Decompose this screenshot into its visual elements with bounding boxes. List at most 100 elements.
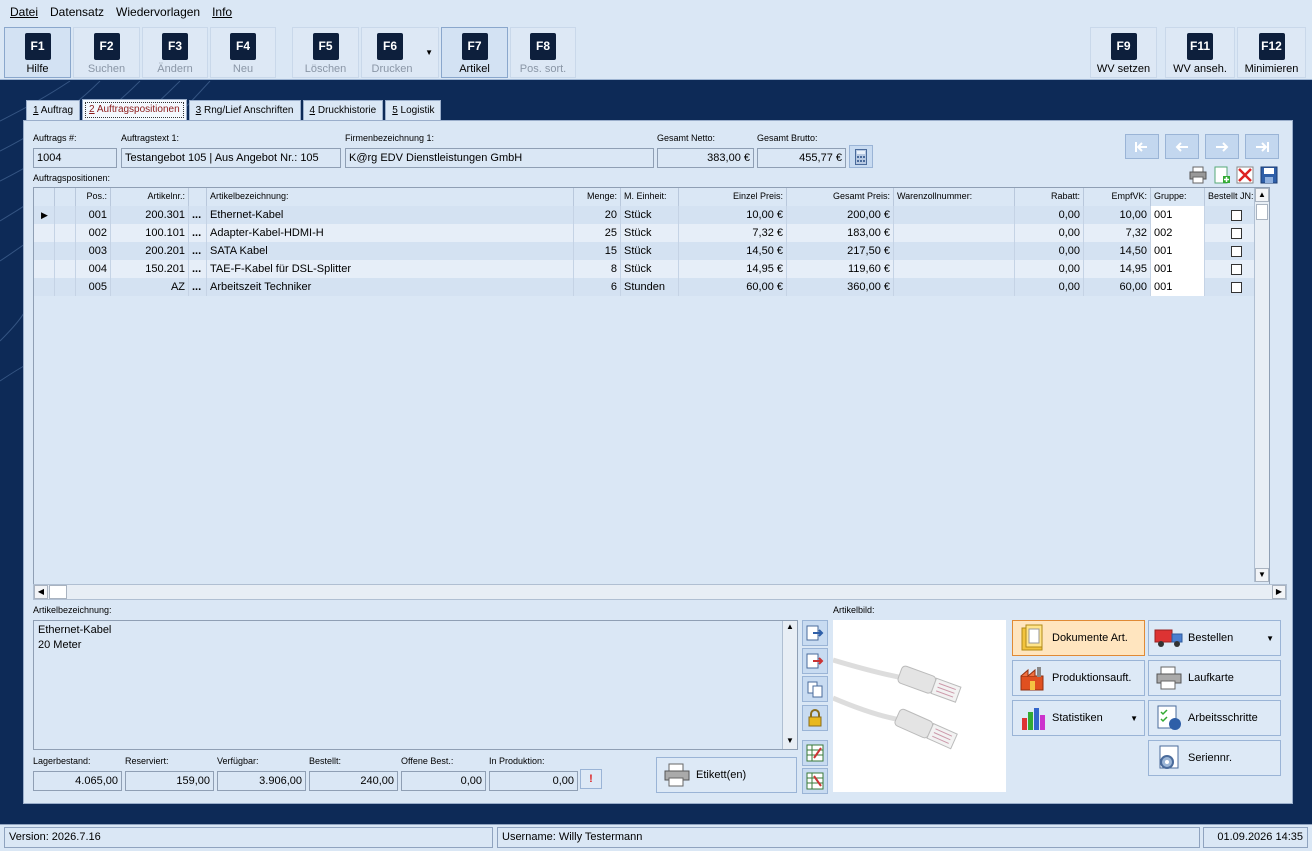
gesamt-cell[interactable]: 360,00 € [787,278,894,296]
laufkarte-button[interactable]: Laufkarte [1148,660,1281,696]
nav-prev-button[interactable] [1165,134,1199,159]
gruppe-cell[interactable]: 001 [1151,242,1205,260]
gesamt-cell[interactable]: 119,60 € [787,260,894,278]
einheit-cell[interactable]: Stück [621,224,679,242]
f7-artikel-button[interactable]: F7 Artikel [441,27,508,78]
delete-position-button[interactable] [1236,166,1254,184]
description-scrollbar[interactable]: ▲ ▼ [782,621,797,749]
menge-cell[interactable]: 8 [574,260,621,278]
insert-text-button[interactable] [802,620,828,646]
einheit-cell[interactable]: Stück [621,260,679,278]
dokumente-artikel-button[interactable]: Dokumente Art. [1012,620,1145,656]
bez-cell[interactable]: Adapter-Kabel-HDMI-H [207,224,574,242]
einzel-cell[interactable]: 7,32 € [679,224,787,242]
artnr-cell[interactable]: 150.201 [111,260,189,278]
menge-cell[interactable]: 20 [574,206,621,224]
grid-column-header[interactable]: Menge: [574,188,621,206]
checkbox[interactable] [1230,263,1242,275]
f8-pos-sort-button[interactable]: F8 Pos. sort. [510,27,576,78]
row-selector[interactable] [55,206,76,224]
einheit-cell[interactable]: Stück [621,242,679,260]
article-lookup-button[interactable]: ... [189,278,207,296]
empf-cell[interactable]: 10,00 [1084,206,1151,224]
zoll-cell[interactable] [894,278,1015,296]
menge-cell[interactable]: 25 [574,224,621,242]
artnr-cell[interactable]: 200.301 [111,206,189,224]
gesamt-cell[interactable]: 217,50 € [787,242,894,260]
f2-suchen-button[interactable]: F2 Suchen [73,27,140,78]
scroll-thumb-horizontal[interactable] [49,585,67,599]
nav-first-button[interactable] [1125,134,1159,159]
grid-column-header[interactable] [55,188,76,206]
article-lookup-button[interactable]: ... [189,260,207,278]
empf-cell[interactable]: 60,00 [1084,278,1151,296]
einheit-cell[interactable]: Stunden [621,278,679,296]
scroll-down-arrow-icon[interactable]: ▼ [783,735,797,749]
grid-column-header[interactable]: EmpfVK: [1084,188,1151,206]
f6-drucken-button[interactable]: F6 Drucken ▼ [361,27,439,78]
article-lookup-button[interactable]: ... [189,206,207,224]
add-text-button[interactable] [802,648,828,674]
bez-cell[interactable]: SATA Kabel [207,242,574,260]
einheit-cell[interactable]: Stück [621,206,679,224]
f3-aendern-button[interactable]: F3 Ändern [142,27,208,78]
menge-cell[interactable]: 15 [574,242,621,260]
row-selector[interactable] [55,278,76,296]
row-selector[interactable] [55,224,76,242]
new-position-button[interactable] [1213,166,1231,184]
zoll-cell[interactable] [894,224,1015,242]
grid-column-header[interactable]: Warenzollnummer: [894,188,1015,206]
alert-button[interactable]: ! [580,769,602,789]
checkbox[interactable] [1230,281,1242,293]
menge-cell[interactable]: 6 [574,278,621,296]
checkbox[interactable] [1230,209,1242,221]
rabatt-cell[interactable]: 0,00 [1015,278,1084,296]
gesamt-cell[interactable]: 200,00 € [787,206,894,224]
produktionsauftrag-button[interactable]: Produktionsauft. [1012,660,1145,696]
row-selector[interactable] [55,260,76,278]
empf-cell[interactable]: 7,32 [1084,224,1151,242]
image-export-button[interactable] [802,768,828,794]
scroll-up-arrow-icon[interactable]: ▲ [783,621,797,635]
scroll-up-arrow-icon[interactable]: ▲ [1255,188,1269,202]
table-row[interactable]: 003 200.201... SATA Kabel 15 Stück 14,50 €217… [34,242,1268,260]
f9-wv-setzen-button[interactable]: F9 WV setzen [1090,27,1157,78]
gesamt-cell[interactable]: 183,00 € [787,224,894,242]
menu-datei[interactable]: Datei [10,5,38,19]
lock-text-button[interactable] [802,705,828,731]
table-row[interactable]: 005 AZ... Arbeitszeit Techniker 6 Stunden 60,… [34,278,1268,296]
pos-cell[interactable]: 003 [76,242,111,260]
etikett-button[interactable]: Etikett(en) [656,757,797,793]
einzel-cell[interactable]: 10,00 € [679,206,787,224]
grid-column-header[interactable]: Einzel Preis: [679,188,787,206]
tab-auftragspositions[interactable]: 2 Auftragspositionen [82,99,187,121]
auftragstext-field[interactable]: Testangebot 105 | Aus Angebot Nr.: 105 [121,148,341,168]
table-row[interactable]: ▶ 001 200.301... Ethernet-Kabel 20 Stück 10,00… [34,206,1268,224]
bestellen-button[interactable]: Bestellen ▼ [1148,620,1281,656]
grid-column-header[interactable]: Artikelbezeichnung: [207,188,574,206]
save-position-button[interactable] [1260,166,1278,184]
article-lookup-button[interactable]: ... [189,224,207,242]
einzel-cell[interactable]: 60,00 € [679,278,787,296]
grid-column-header[interactable]: Pos.: [76,188,111,206]
arbeitsschritte-button[interactable]: Arbeitsschritte [1148,700,1281,736]
tab-druckhistorie[interactable]: 4 Druckhistorie [302,100,384,121]
artnr-cell[interactable]: AZ [111,278,189,296]
copy-text-button[interactable] [802,676,828,702]
calculator-button[interactable] [849,145,873,168]
scroll-thumb[interactable] [1256,204,1268,220]
f4-neu-button[interactable]: F4 Neu [210,27,276,78]
scroll-left-arrow-icon[interactable]: ◀ [34,585,48,599]
nav-last-button[interactable] [1245,134,1279,159]
einzel-cell[interactable]: 14,50 € [679,242,787,260]
rabatt-cell[interactable]: 0,00 [1015,224,1084,242]
grid-vertical-scrollbar[interactable]: ▲ ▼ [1254,188,1269,582]
checkbox[interactable] [1230,227,1242,239]
scroll-down-arrow-icon[interactable]: ▼ [1255,568,1269,582]
artnr-cell[interactable]: 200.201 [111,242,189,260]
tab-anschriften[interactable]: 3 Rng/Lief Anschriften [188,100,301,121]
f12-minimieren-button[interactable]: F12 Minimieren [1237,27,1306,78]
tab-auftrag[interactable]: 1 Auftrag [26,100,81,121]
menu-wiedervorlagen[interactable]: Wiedervorlagen [116,5,200,19]
gruppe-cell[interactable]: 001 [1151,260,1205,278]
